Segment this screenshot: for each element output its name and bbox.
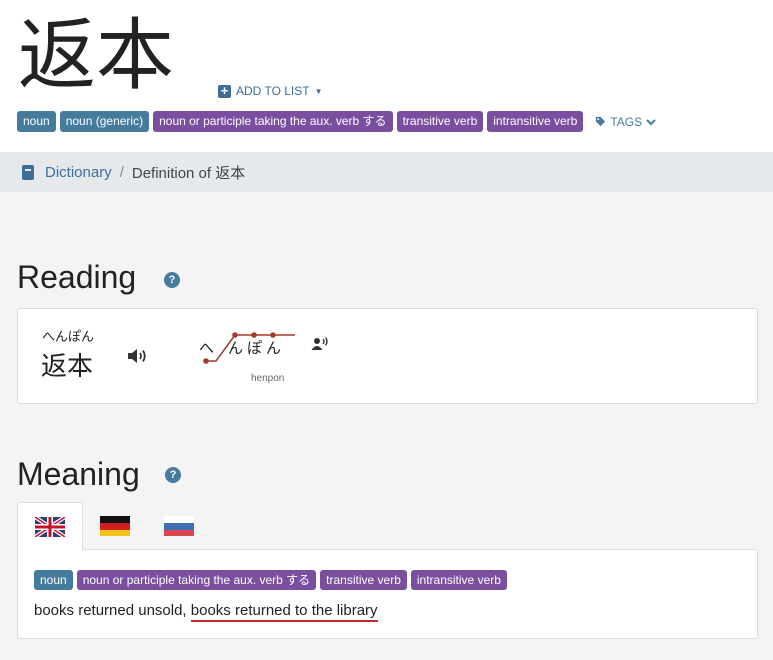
tags-dropdown[interactable]: TAGS [595,115,656,129]
gloss-text: books returned unsold, books returned to… [34,602,378,622]
breadcrumb-separator: / [119,163,124,181]
uk-flag-icon [35,516,65,537]
add-to-list-button[interactable]: + ADD TO LIST ▼ [218,82,323,100]
reading-panel: へんぽん 返本 へ ん ぽ ん henpon [17,308,758,404]
pitch-kana: へ [199,339,214,357]
pitch-kana: ん [228,339,243,357]
tag-badge: noun [17,111,56,132]
tab-english[interactable] [17,502,83,551]
tab-german[interactable] [83,502,147,549]
meaning-tag-list: noun noun or participle taking the aux. … [34,570,507,590]
russia-flag-icon [164,515,194,536]
tag-badge: noun or participle taking the aux. verb … [153,111,393,132]
tags-label: TAGS [610,114,643,129]
tag-icon [596,116,606,127]
reading-kanji: 返本 [41,352,94,382]
meaning-heading: Meaning [17,456,140,492]
gloss-highlighted: books returned to the library [190,602,378,622]
tag-badge: transitive verb [396,111,484,132]
tag-badge: transitive verb [320,570,407,590]
word-tag-list: noun noun (generic) noun or participle t… [17,111,656,132]
tag-badge: intransitive verb [410,570,507,590]
help-icon[interactable]: ? [164,272,180,288]
plus-icon: + [218,84,231,98]
pitch-kana: ん [266,339,281,357]
speaker-icon[interactable] [126,346,150,366]
word-header: 返本 + ADD TO LIST ▼ noun noun (generic) n… [0,0,773,152]
breadcrumb: Dictionary / Definition of 返本 [0,152,773,192]
pitch-kana: ぽ [247,339,262,357]
reading-heading: Reading [17,259,137,295]
book-icon [22,164,34,180]
romaji-reading: henpon [251,373,285,384]
tag-badge: noun or participle taking the aux. verb … [76,570,317,590]
tag-badge: noun [34,570,73,590]
chevron-down-icon [646,118,656,125]
tag-badge: intransitive verb [487,111,584,132]
word-title: 返本 [18,11,175,101]
help-icon[interactable]: ? [165,467,181,483]
germany-flag-icon [100,515,130,536]
caret-down-icon: ▼ [314,86,323,96]
breadcrumb-current: Definition of 返本 [131,164,246,182]
meaning-panel: noun noun or participle taking the aux. … [17,549,758,639]
tag-badge: noun (generic) [59,111,150,132]
furigana: へんぽん [42,330,95,345]
gloss-plain: books returned unsold, [34,602,187,619]
add-to-list-label: ADD TO LIST [236,84,310,98]
pitch-accent-diagram: へ ん ぽ ん [199,332,295,364]
language-tabs [17,502,211,551]
breadcrumb-dictionary-link[interactable]: Dictionary [45,164,112,181]
tab-russian[interactable] [147,502,211,549]
person-voice-icon[interactable] [311,336,329,352]
